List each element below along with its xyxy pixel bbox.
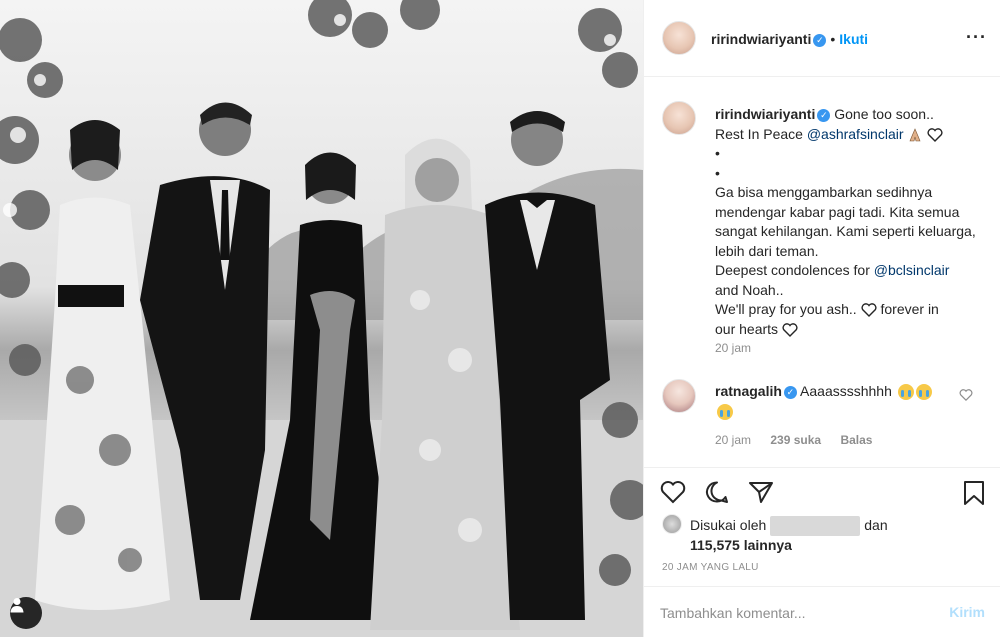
likes-prefix: Disukai oleh bbox=[690, 517, 767, 533]
praying-hands-icon bbox=[909, 128, 921, 142]
caption-condolence-suffix: and Noah.. bbox=[715, 281, 784, 298]
like-heart-icon[interactable] bbox=[660, 480, 686, 504]
post-actions: Disukai oleh dan 115,575 lainnya 20 JAM Y… bbox=[644, 467, 1000, 637]
comment-likes[interactable]: 239 suka bbox=[770, 433, 821, 447]
heart-icon bbox=[861, 303, 877, 318]
caption-text: ririndwiariyanti ✓ Gone too soon.. Rest I… bbox=[715, 105, 985, 339]
mention-link[interactable]: @bclsinclair bbox=[874, 262, 950, 278]
follow-button[interactable]: Ikuti bbox=[839, 31, 868, 47]
caption-line1: Gone too soon.. bbox=[834, 106, 934, 122]
heart-icon bbox=[927, 128, 943, 142]
save-bookmark-icon[interactable] bbox=[962, 480, 986, 506]
post-side-panel: ririndwiariyanti ✓ • Ikuti ··· ririndwiariy… bbox=[643, 0, 1000, 637]
separator-dot: • bbox=[830, 31, 836, 47]
comment-body: Aaaasssshhhh bbox=[800, 383, 892, 399]
caption-username[interactable]: ririndwiariyanti bbox=[715, 106, 815, 122]
blurred-username bbox=[770, 516, 861, 537]
crying-face-icon bbox=[915, 384, 932, 401]
caption-paragraph: Ga bisa menggambarkan sedihnya mendengar… bbox=[715, 184, 976, 259]
user-icon bbox=[10, 598, 24, 613]
liker-avatar[interactable] bbox=[662, 514, 682, 534]
caption-condolence: Deepest condolences for bbox=[715, 262, 870, 278]
caption-bullet: • bbox=[715, 145, 720, 161]
verified-badge-icon: ✓ bbox=[817, 108, 831, 122]
post-photo[interactable] bbox=[0, 0, 643, 637]
caption-pray-mid: forever in bbox=[880, 301, 939, 317]
author-avatar[interactable] bbox=[662, 21, 696, 55]
comments-section: ririndwiariyanti ✓ Gone too soon.. Rest I… bbox=[644, 77, 1000, 467]
author-username[interactable]: ririndwiariyanti bbox=[711, 31, 811, 47]
likes-mid: dan bbox=[864, 517, 888, 533]
heart-icon bbox=[782, 323, 798, 337]
verified-badge-icon: ✓ bbox=[783, 385, 797, 399]
comment-input[interactable] bbox=[660, 601, 930, 625]
reply-button[interactable]: Balas bbox=[840, 433, 872, 447]
caption-pray-end: our hearts bbox=[715, 320, 779, 337]
caption-bullet: • bbox=[715, 164, 720, 181]
caption-time[interactable]: 20 jam bbox=[715, 341, 751, 355]
mention-link[interactable]: @ashrafsinclair bbox=[807, 126, 904, 142]
commenter-username[interactable]: ratnagalih bbox=[715, 383, 782, 399]
post-header: ririndwiariyanti ✓ • Ikuti ··· bbox=[644, 0, 1000, 77]
comment-meta: 20 jam 239 suka Balas bbox=[715, 433, 888, 447]
crying-face-icon bbox=[717, 404, 733, 421]
photo-illustration bbox=[0, 0, 643, 637]
author-line: ririndwiariyanti ✓ • Ikuti bbox=[711, 31, 868, 47]
share-send-icon[interactable] bbox=[748, 480, 774, 504]
tagged-people-button[interactable] bbox=[10, 597, 42, 629]
crying-face-icon bbox=[897, 384, 914, 401]
commenter-avatar[interactable] bbox=[662, 379, 696, 413]
more-options-icon[interactable]: ··· bbox=[966, 28, 987, 46]
caption-author-avatar[interactable] bbox=[662, 101, 696, 135]
caption-line2: Rest In Peace bbox=[715, 125, 803, 142]
like-comment-heart-icon[interactable] bbox=[959, 389, 973, 401]
comment-bubble-icon[interactable] bbox=[704, 480, 730, 504]
likes-count[interactable]: 115,575 lainnya bbox=[690, 537, 792, 553]
post-comment-button[interactable]: Kirim bbox=[949, 604, 985, 620]
verified-badge-icon: ✓ bbox=[813, 33, 827, 47]
comment-text: ratnagalih ✓ Aaaasssshhhh bbox=[715, 381, 955, 421]
post-time[interactable]: 20 JAM YANG LALU bbox=[662, 562, 759, 573]
caption-pray: We'll pray for you ash.. bbox=[715, 301, 857, 317]
add-comment-bar: Kirim bbox=[644, 586, 1000, 637]
comment-time[interactable]: 20 jam bbox=[715, 433, 751, 447]
